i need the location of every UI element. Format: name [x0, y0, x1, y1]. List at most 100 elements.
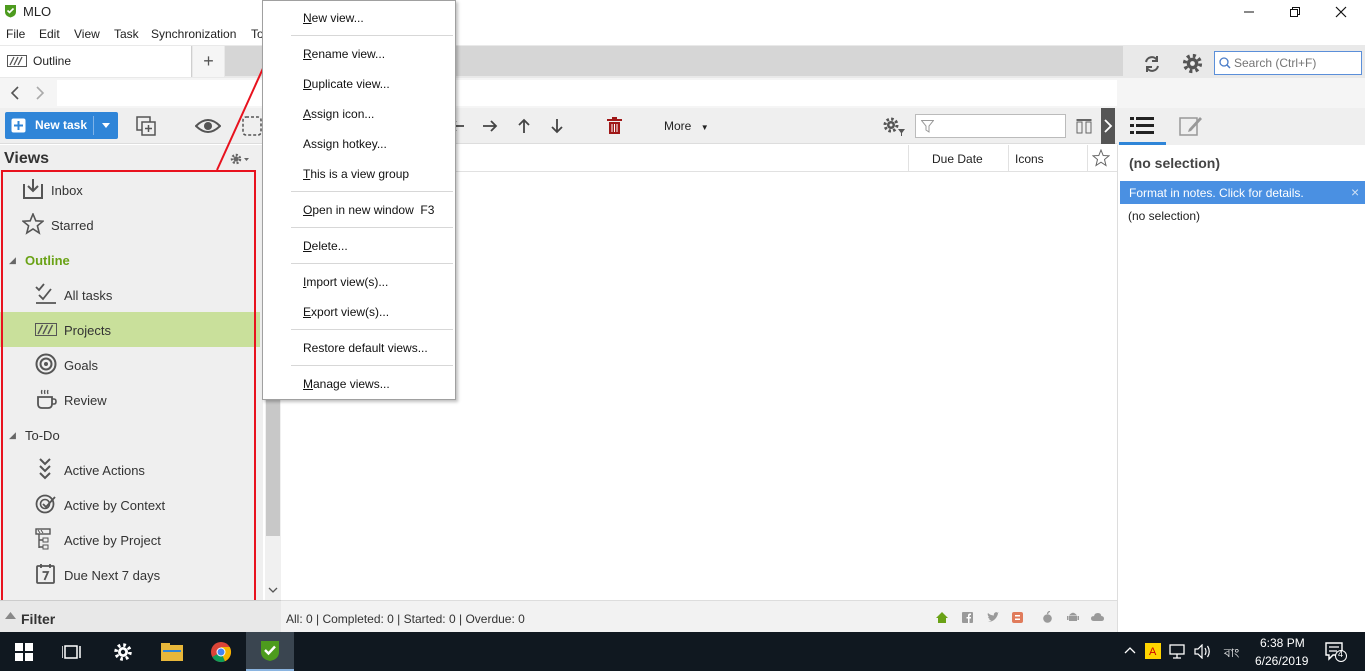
notification-center-icon[interactable]: 4 — [1325, 642, 1347, 662]
list-icon[interactable] — [1130, 116, 1154, 136]
arrow-right-icon[interactable] — [482, 118, 498, 134]
more-button[interactable]: More ▼ — [664, 119, 709, 133]
minimize-button[interactable] — [1226, 0, 1272, 23]
file-explorer-icon[interactable] — [148, 632, 196, 671]
menu-edit[interactable]: Edit — [39, 27, 60, 41]
menu-file[interactable]: File — [6, 27, 25, 41]
menu-separator — [291, 263, 453, 264]
search-text-field[interactable] — [1234, 56, 1358, 70]
mnemonic: M — [303, 377, 313, 391]
arrow-up-icon[interactable] — [516, 118, 532, 134]
network-icon[interactable] — [1169, 644, 1185, 659]
facebook-icon[interactable] — [962, 612, 973, 623]
column-due-date[interactable]: Due Date — [932, 152, 983, 166]
back-arrow-icon[interactable] — [9, 86, 21, 100]
menu-open-new-window[interactable]: Open in new window F3 — [303, 203, 434, 217]
right-panel-tabs — [1117, 108, 1365, 145]
menu-manage-views[interactable]: Manage views... — [303, 377, 390, 391]
column-icons[interactable]: Icons — [1015, 152, 1044, 166]
column-divider — [908, 145, 909, 172]
notes-hint-bar[interactable]: Format in notes. Click for details. × — [1120, 181, 1365, 204]
views-title: Views — [4, 150, 50, 167]
status-text: All: 0 | Completed: 0 | Started: 0 | Ove… — [286, 612, 525, 626]
tab-outline[interactable]: Outline — [0, 46, 192, 77]
clock-time[interactable]: 6:38 PM — [1260, 636, 1305, 650]
mnemonic: O — [303, 203, 313, 217]
menu-item-rest: his is a view group — [310, 167, 410, 181]
menu-restore-default-views[interactable]: Restore default views... — [303, 341, 428, 355]
search-icon — [1219, 57, 1231, 69]
menu-export-views[interactable]: Export view(s)... — [303, 305, 389, 319]
menu-rename-view[interactable]: Rename view... — [303, 47, 385, 61]
scroll-down-icon[interactable] — [268, 587, 278, 593]
notification-count: 4 — [1338, 649, 1344, 659]
svg-text:A: A — [1149, 646, 1157, 658]
blogger-icon[interactable] — [1012, 612, 1023, 623]
forward-arrow-icon[interactable] — [34, 86, 46, 100]
column-divider — [1087, 145, 1088, 172]
new-subtask-icon[interactable] — [136, 116, 156, 136]
menu-assign-icon[interactable]: Assign icon... — [303, 107, 374, 121]
menu-item-rest: xport view(s)... — [311, 305, 390, 319]
menu-item-rest: uplicate view... — [311, 77, 390, 91]
gear-icon[interactable] — [1181, 52, 1204, 75]
menu-item-text: Restore default views... — [303, 341, 428, 355]
columns-icon[interactable] — [1076, 118, 1092, 134]
menu-item-rest: mport view(s)... — [306, 275, 389, 289]
menu-item-rest: elete... — [311, 239, 348, 253]
chevron-down-icon[interactable] — [102, 123, 110, 128]
search-input[interactable] — [1214, 51, 1362, 75]
mnemonic: R — [303, 47, 312, 61]
arrow-down-icon[interactable] — [549, 118, 565, 134]
status-bar: All: 0 | Completed: 0 | Started: 0 | Ove… — [281, 600, 1117, 632]
chevron-up-icon[interactable] — [5, 612, 16, 619]
mlo-taskbar-icon[interactable] — [246, 632, 294, 671]
more-label: More — [664, 119, 692, 133]
menu-view[interactable]: View — [74, 27, 100, 41]
filter-bar[interactable]: Filter — [0, 600, 281, 632]
apple-icon[interactable] — [1042, 611, 1053, 623]
mnemonic: N — [303, 11, 312, 25]
star-icon[interactable] — [1092, 149, 1110, 167]
menu-item-text: Assign hotkey... — [303, 137, 387, 151]
selection-title: (no selection) — [1129, 155, 1221, 171]
twitter-icon[interactable] — [987, 612, 999, 623]
filter-input[interactable] — [915, 114, 1066, 138]
menu-separator — [291, 227, 453, 228]
menu-assign-hotkey[interactable]: Assign hotkey... — [303, 137, 387, 151]
sync-icon[interactable] — [1142, 54, 1162, 74]
settings-filter-icon[interactable] — [882, 116, 906, 136]
projects-icon — [7, 55, 27, 67]
trash-icon[interactable] — [607, 117, 622, 134]
clock-date[interactable]: 6/26/2019 — [1255, 654, 1308, 668]
cloud-icon[interactable] — [1091, 612, 1104, 622]
menu-item-rest: ename view... — [311, 47, 386, 61]
menu-duplicate-view[interactable]: Duplicate view... — [303, 77, 390, 91]
menu-bar: File Edit View Task Synchronization To — [0, 23, 1365, 45]
menu-task[interactable]: Task — [114, 27, 139, 41]
menu-new-view[interactable]: New view... — [303, 11, 364, 25]
home-icon[interactable] — [936, 612, 948, 623]
collapse-panel-button[interactable] — [1101, 108, 1115, 144]
close-button[interactable] — [1318, 0, 1364, 23]
volume-icon[interactable] — [1194, 644, 1211, 659]
chevron-down-icon: ▼ — [700, 123, 709, 132]
restore-button[interactable] — [1272, 0, 1318, 23]
menu-delete[interactable]: Delete... — [303, 239, 348, 253]
title-bar — [0, 0, 1365, 23]
menu-view-group[interactable]: This is a view group — [303, 167, 409, 181]
new-task-button[interactable]: New task — [5, 112, 118, 139]
menu-import-views[interactable]: Import view(s)... — [303, 275, 388, 289]
tray-chevron-up-icon[interactable] — [1124, 646, 1136, 654]
menu-item-rest: anage views... — [313, 377, 390, 391]
android-icon[interactable] — [1067, 611, 1079, 623]
task-view-icon[interactable] — [48, 632, 96, 671]
column-divider — [1008, 145, 1009, 172]
close-icon[interactable]: × — [1351, 184, 1359, 200]
language-indicator[interactable]: বাং — [1224, 645, 1239, 665]
settings-icon[interactable] — [99, 632, 147, 671]
chrome-icon[interactable] — [197, 632, 245, 671]
windows-start-icon[interactable] — [0, 632, 48, 671]
tray-app-icon[interactable]: A — [1145, 643, 1161, 659]
notes-edit-icon[interactable] — [1179, 114, 1203, 138]
